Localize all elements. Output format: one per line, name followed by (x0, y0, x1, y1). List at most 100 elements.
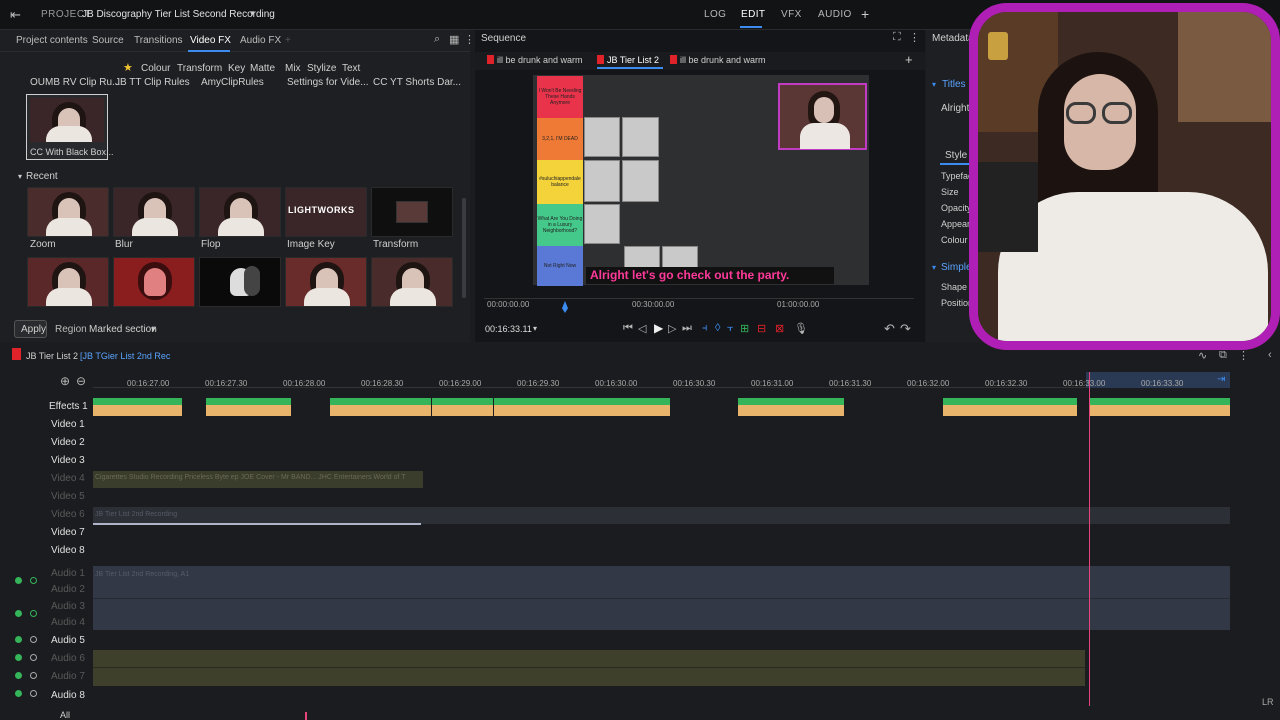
style-tab[interactable]: Style (945, 150, 967, 161)
mark-in-icon[interactable]: ⫞ (702, 322, 708, 335)
more-icon[interactable]: ⋮ (464, 33, 475, 46)
audio-enable-icon[interactable] (15, 672, 22, 679)
filter-matte[interactable]: Matte (250, 63, 275, 74)
video-clip[interactable]: JB Tier List 2nd Recording (93, 507, 1230, 524)
simple-section[interactable]: Simple (941, 262, 972, 273)
track-label-audio[interactable]: Audio 2 (51, 584, 85, 595)
undo-icon[interactable]: ↶ (884, 321, 895, 337)
recent-thumb-flop[interactable] (199, 187, 281, 237)
audio-solo-icon[interactable] (30, 672, 37, 679)
recent-thumb-image-key[interactable]: LIGHTWORKS (285, 187, 367, 237)
step-back-icon[interactable]: ◁ (638, 322, 646, 335)
all-tracks-toggle[interactable]: All (60, 710, 70, 720)
step-forward-icon[interactable]: ▷ (668, 322, 676, 335)
track-label-audio[interactable]: Audio 4 (51, 617, 85, 628)
track-label-video[interactable]: Video 6 (51, 509, 85, 520)
copy-icon[interactable]: ⧉ (1219, 349, 1227, 362)
recent-thumb-zoom[interactable] (27, 187, 109, 237)
tab-video-fx[interactable]: Video FX (190, 35, 231, 46)
selected-preset-card[interactable]: CC With Black Box... (26, 94, 114, 160)
filter-stylize[interactable]: Stylize (307, 63, 336, 74)
track-label-video[interactable]: Video 7 (51, 527, 85, 538)
preset-item[interactable]: OUMB RV Clip Ru... (30, 77, 120, 88)
preset-thumb[interactable] (27, 257, 109, 307)
zoom-out-icon[interactable]: ⊖ (76, 374, 86, 388)
effect-clip[interactable] (432, 398, 493, 416)
effect-clip[interactable] (738, 398, 844, 416)
back-icon[interactable]: ⇤ (10, 7, 28, 23)
fullscreen-icon[interactable]: ⛶ (893, 31, 901, 44)
tab-source[interactable]: Source (92, 35, 124, 46)
add-tab-icon[interactable]: + (285, 35, 291, 46)
preset-thumb[interactable] (199, 257, 281, 307)
audio-solo-icon[interactable] (30, 577, 37, 584)
filter-transform[interactable]: Transform (177, 63, 222, 74)
track-label-video[interactable]: Video 2 (51, 437, 85, 448)
project-title[interactable]: JB Discography Tier List Second Recordin… (82, 9, 275, 20)
tab-project-contents[interactable]: Project contents (16, 35, 88, 46)
chevron-down-icon[interactable]: ▾ (932, 80, 936, 89)
chevron-down-icon[interactable]: ▾ (151, 324, 156, 335)
preset-thumb[interactable] (371, 257, 453, 307)
viewer-tab[interactable]: ill be drunk and warm (680, 55, 766, 65)
recent-thumb-transform[interactable] (371, 187, 453, 237)
collapse-right-icon[interactable]: ‹ (1268, 349, 1272, 361)
scroll-to-end-icon[interactable]: ⇥ (1217, 374, 1225, 385)
chevron-down-icon[interactable]: ▾ (533, 324, 537, 333)
preset-item[interactable]: Settings for Vide... (287, 77, 369, 88)
audio-enable-icon[interactable] (15, 654, 22, 661)
skip-end-icon[interactable]: ⏭ (682, 322, 692, 335)
chevron-down-icon[interactable]: ▾ (932, 263, 936, 272)
track-label-audio[interactable]: Audio 8 (51, 690, 85, 701)
collapse-icon[interactable]: ▾ (18, 172, 22, 181)
microphone-icon[interactable]: 🎙 (794, 322, 808, 335)
chevron-down-icon[interactable]: ▾ (250, 8, 255, 19)
track-label-video[interactable]: Video 8 (51, 545, 85, 556)
track-label-video[interactable]: Video 5 (51, 491, 85, 502)
tab-transitions[interactable]: Transitions (134, 35, 183, 46)
audio-clip[interactable] (93, 650, 1085, 686)
preset-item[interactable]: AmyClipRules (201, 77, 264, 88)
preset-thumb[interactable] (113, 257, 195, 307)
redo-icon[interactable]: ↷ (900, 321, 911, 337)
filter-text[interactable]: Text (342, 63, 360, 74)
overwrite-icon[interactable]: ⊠ (775, 322, 784, 335)
track-label-audio[interactable]: Audio 3 (51, 601, 85, 612)
effect-clip[interactable] (1089, 398, 1230, 416)
add-mode-icon[interactable]: + (861, 6, 869, 22)
clear-marks-icon[interactable]: ◊ (715, 322, 720, 334)
add-cue-icon[interactable]: ⊞ (740, 322, 749, 335)
preset-item[interactable]: CC YT Shorts Dar... (373, 77, 461, 88)
zoom-in-icon[interactable]: ⊕ (60, 374, 70, 388)
track-label-audio[interactable]: Audio 6 (51, 653, 85, 664)
audio-enable-icon[interactable] (15, 636, 22, 643)
track-label-effects[interactable]: Effects 1 (49, 401, 88, 412)
track-label-video[interactable]: Video 4 (51, 473, 85, 484)
more-icon[interactable]: ⋮ (1238, 349, 1249, 362)
audio-enable-icon[interactable] (15, 690, 22, 697)
mark-out-icon[interactable]: ⫟ (727, 322, 734, 335)
grid-view-icon[interactable]: ▦ (449, 33, 459, 46)
track-label-audio[interactable]: Audio 7 (51, 671, 85, 682)
audio-solo-icon[interactable] (30, 654, 37, 661)
track-label-audio[interactable]: Audio 1 (51, 568, 85, 579)
audio-solo-icon[interactable] (30, 690, 37, 697)
viewer-tab[interactable]: ill be drunk and warm (497, 55, 583, 65)
waveform-icon[interactable]: ∿ (1198, 349, 1207, 362)
mode-vfx[interactable]: VFX (781, 9, 802, 20)
track-label-video[interactable]: Video 1 (51, 419, 85, 430)
favorites-star-icon[interactable]: ★ (123, 61, 133, 74)
scrub-bar[interactable] (484, 298, 914, 299)
viewer-tab-active[interactable]: JB Tier List 2 (607, 55, 659, 65)
more-icon[interactable]: ⋮ (909, 31, 920, 44)
audio-enable-icon[interactable] (15, 577, 22, 584)
title-field[interactable]: Alright (941, 103, 969, 114)
filter-key[interactable]: Key (228, 63, 245, 74)
left-scrollbar[interactable] (462, 198, 466, 298)
play-icon[interactable]: ▶ (654, 321, 663, 335)
current-timecode[interactable]: 00:16:33.11 (485, 324, 532, 334)
add-tab-icon[interactable]: + (905, 52, 913, 67)
video-clip[interactable]: Cigarettes Studio Recording Priceless By… (93, 471, 423, 488)
mode-log[interactable]: LOG (704, 9, 726, 20)
sequence-subtitle[interactable]: [JB TGier List 2nd Rec (80, 351, 170, 361)
